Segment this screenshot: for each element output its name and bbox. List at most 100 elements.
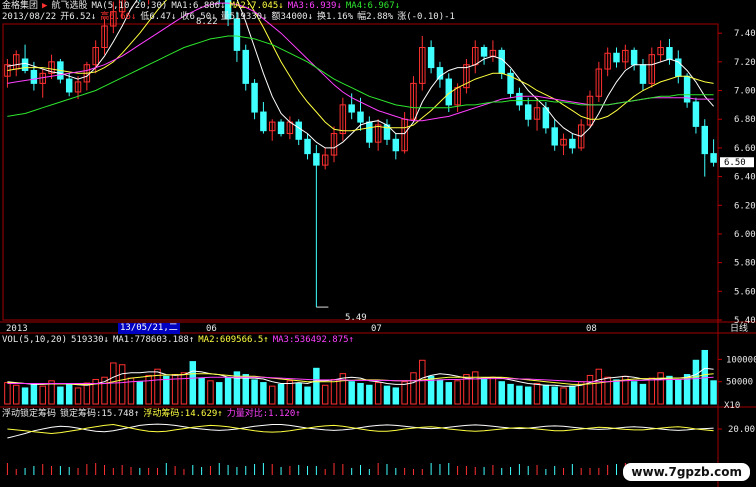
quote-change: 涨(-0.10)-1 [397, 12, 455, 22]
volume-bar [4, 382, 11, 405]
volume-bar [648, 377, 656, 405]
volume-tick-label: 50000 [726, 378, 753, 388]
time-label-jun: 06 [206, 324, 217, 334]
volume-bar [189, 361, 197, 405]
stock-name[interactable]: 航飞选股 [51, 1, 87, 12]
volume-bar [498, 381, 505, 405]
volume-bar [163, 375, 170, 405]
candle-body [630, 49, 638, 66]
candle-body [569, 138, 576, 149]
volume-ma1: MA1:778603.188↑ [112, 335, 195, 345]
volume-bar [524, 386, 532, 405]
volume-bar [145, 374, 152, 405]
time-label-year: 2013 [6, 324, 28, 334]
volume-bar [154, 368, 161, 405]
volume-bar [710, 380, 717, 405]
ma2-readout: MA2:7.045↓ [229, 1, 284, 11]
volume-bar [260, 382, 267, 405]
volume-bar [533, 382, 541, 405]
volume-bar [675, 379, 682, 405]
indicator-tick-label: 20.00 [728, 425, 755, 435]
volume-bar [304, 386, 311, 405]
volume-bar [657, 372, 664, 405]
header-row-1: 金格集团 ▶ 航飞选股 MA(5,10,20,30) MA1:6.886↓ MA… [2, 1, 400, 12]
volume-bar [74, 387, 82, 405]
candle-body [313, 153, 320, 166]
low-annotation: 5.49 [345, 313, 367, 323]
volume-bar [313, 367, 320, 405]
volume-bar [224, 376, 232, 405]
volume-bar [207, 380, 214, 405]
candle-body [498, 49, 505, 74]
ma1-readout: MA1:6.886↓ [171, 1, 226, 11]
volume-bar [613, 379, 620, 405]
volume-bar [595, 368, 603, 405]
ma-params: MA(5,10,20,30) [91, 1, 168, 11]
price-tick-label: 7.20 [734, 58, 756, 68]
volume-bar [410, 372, 417, 405]
volume-bar [542, 384, 550, 405]
indicator-header: 浮动锁定筹码 锁定筹码:15.748↑ 浮动筹码:14.629↑ 力量对比:1.… [2, 409, 301, 420]
candle-body [701, 125, 708, 155]
candle-body [233, 18, 241, 51]
volume-bar [251, 379, 258, 405]
candle-body [710, 153, 717, 163]
volume-bar [57, 386, 64, 405]
volume-bar [560, 387, 567, 405]
quote-low: 低6.47↓ [140, 12, 177, 22]
period-label[interactable]: 日线 [730, 324, 748, 335]
volume-ma3: MA3:536492.875↑ [272, 335, 354, 345]
price-tick-label: 6.00 [734, 230, 756, 240]
volume-bar [630, 381, 638, 405]
candle-body [260, 111, 267, 132]
volume-bar [516, 385, 523, 405]
ma3-readout: MA3:6.939↓ [287, 1, 342, 11]
volume-bar [586, 374, 594, 405]
volume-tick-label: 100000 [726, 355, 756, 365]
time-label-jul: 07 [371, 324, 382, 334]
volume-title: VOL(5,10,20) [2, 335, 68, 345]
quote-high: 高6.66↓ [100, 12, 137, 22]
volume-bar [118, 364, 126, 405]
indicator-line1: 锁定筹码:15.748↑ [60, 409, 140, 419]
candle-body [516, 92, 523, 106]
candle-body [366, 121, 373, 143]
candle-body [21, 58, 29, 71]
volume-bar [374, 382, 382, 405]
candle-body [392, 138, 400, 152]
volume-bar [330, 378, 338, 405]
volume-bar [401, 381, 408, 405]
volume-ma2: MA2:609566.5↑ [198, 335, 269, 345]
candle-body [277, 121, 285, 135]
volume-header: VOL(5,10,20) 519330↓ MA1:778603.188↑ MA2… [2, 335, 354, 346]
quote-amount: 额34000↓ [271, 12, 314, 22]
volume-bar [136, 381, 144, 405]
candle-body [551, 127, 558, 146]
candle-body [357, 111, 364, 123]
price-tick-label: 5.60 [734, 287, 756, 297]
price-tick-label: 6.20 [734, 201, 756, 211]
candle-body [251, 82, 258, 113]
candle-body [524, 104, 532, 120]
indicator-name: 浮动锁定筹码 [2, 409, 57, 419]
play-icon[interactable]: ▶ [42, 1, 47, 12]
quote-open: 开6.52↓ [60, 12, 97, 22]
price-tick-label: 7.40 [734, 29, 756, 39]
price-tick-label: 7.00 [734, 87, 756, 97]
indicator-line3: 力量对比:1.120↑ [226, 409, 301, 419]
volume-bar [180, 372, 188, 405]
volume-bar [551, 386, 558, 405]
time-label-aug: 08 [586, 324, 597, 334]
volume-bar [480, 377, 488, 405]
volume-bar [286, 380, 294, 405]
volume-bar [277, 383, 285, 405]
volume-bar [295, 382, 302, 405]
volume-bar [445, 382, 453, 405]
watermark: www.7gpzb.com [623, 463, 750, 481]
volume-bar [30, 383, 38, 405]
candle-body [692, 101, 700, 127]
volume-bar [83, 382, 91, 405]
volume-bar [569, 385, 576, 405]
volume-bar [21, 387, 29, 405]
indicator-line-1 [7, 423, 714, 439]
